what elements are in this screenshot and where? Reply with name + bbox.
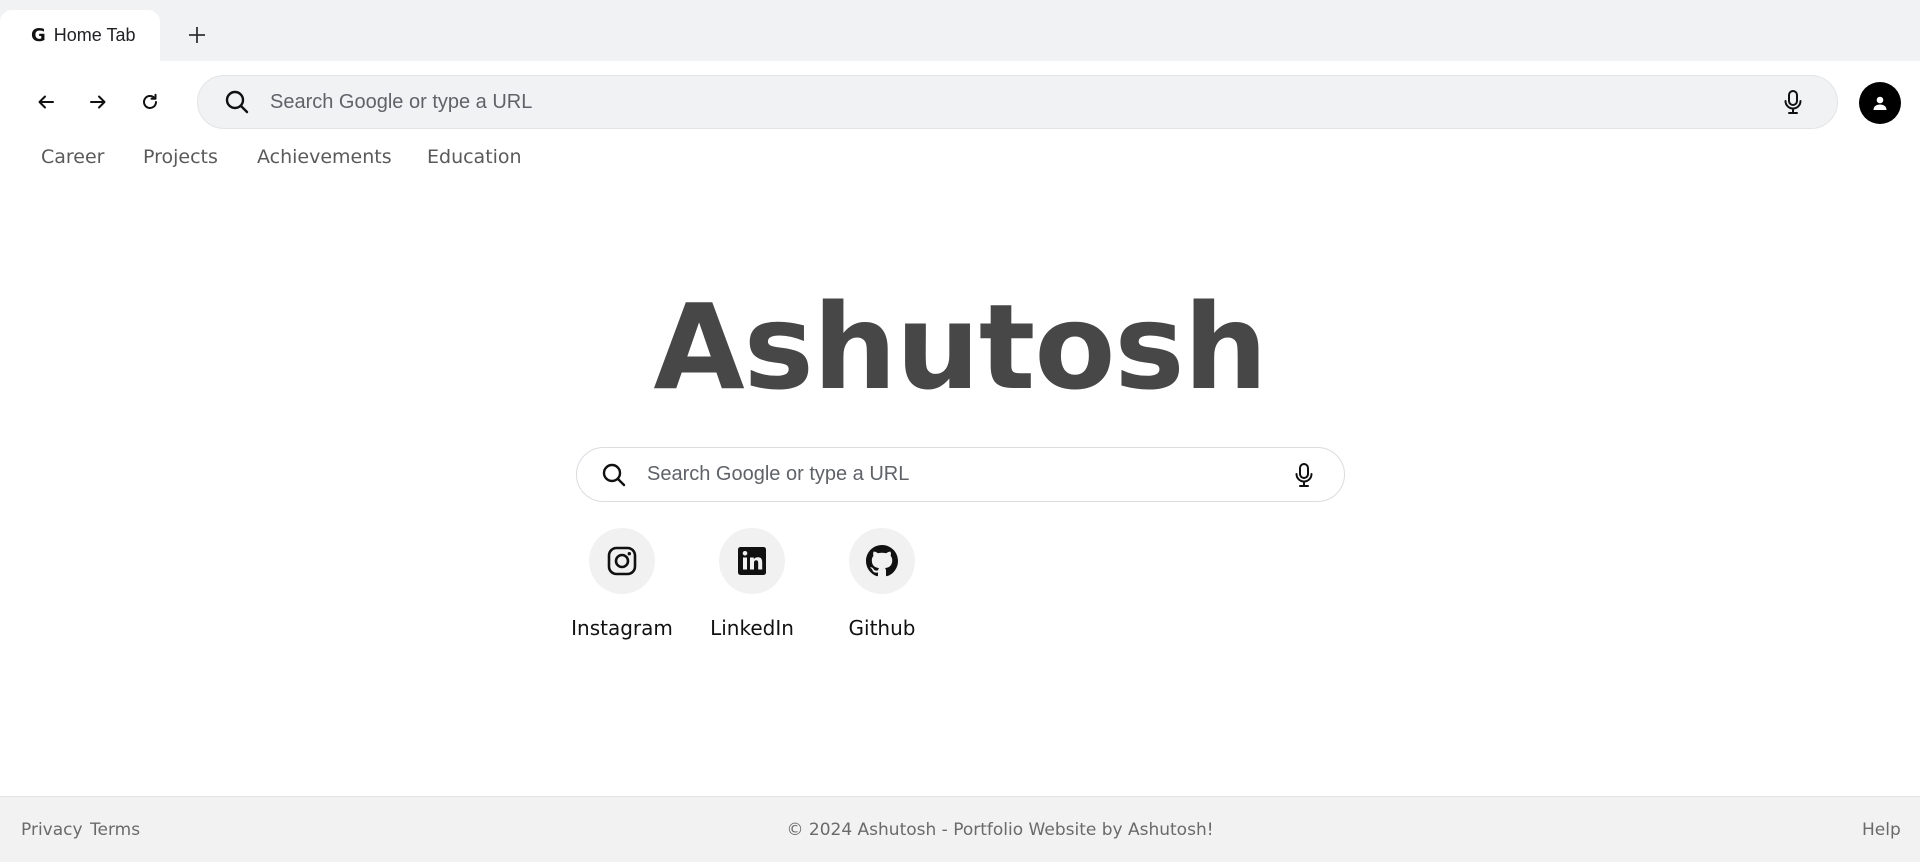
shortcut-github[interactable]: Github (827, 528, 937, 640)
footer: © 2024 Ashutosh - Portfolio Website by A… (0, 796, 1920, 862)
microphone-icon[interactable] (1779, 88, 1807, 116)
forward-button[interactable] (81, 85, 115, 119)
footer-privacy-link[interactable]: Privacy (21, 820, 83, 840)
main-search-box[interactable] (576, 447, 1345, 502)
nav-link-achievements[interactable]: Achievements (257, 146, 392, 168)
user-avatar-icon (1873, 96, 1887, 110)
microphone-icon[interactable] (1290, 461, 1318, 489)
github-icon (866, 545, 898, 577)
shortcut-linkedin[interactable]: LinkedIn (697, 528, 807, 640)
shortcut-instagram[interactable]: Instagram (567, 528, 677, 640)
new-tab-button[interactable] (182, 20, 212, 50)
google-g-icon: G (31, 25, 46, 46)
footer-help-link[interactable]: Help (1862, 820, 1901, 840)
arrow-right-icon (90, 95, 106, 109)
footer-terms-link[interactable]: Terms (90, 820, 140, 840)
search-icon (225, 90, 249, 114)
back-button[interactable] (29, 85, 63, 119)
tab-label: Home Tab (53, 25, 136, 45)
instagram-icon (607, 546, 637, 576)
main-search-input[interactable] (647, 448, 1290, 501)
plus-icon (189, 27, 205, 43)
search-icon (602, 463, 626, 486)
tab-strip: G Home Tab (0, 0, 1920, 61)
hero-title: Ashutosh (653, 278, 1267, 416)
shortcut-icon-circle[interactable] (849, 528, 915, 594)
tab-home[interactable]: G Home Tab (0, 10, 160, 61)
omnibox-input[interactable] (270, 76, 1779, 128)
footer-copyright: © 2024 Ashutosh - Portfolio Website by A… (786, 820, 1214, 840)
nav-link-projects[interactable]: Projects (143, 146, 218, 168)
profile-avatar-button[interactable] (1859, 82, 1901, 124)
shortcut-label: Github (848, 616, 916, 640)
toolbar (0, 61, 1920, 143)
linkedin-icon (738, 547, 766, 575)
reload-button[interactable] (133, 85, 167, 119)
shortcut-label: Instagram (571, 616, 673, 640)
shortcut-icon-circle[interactable] (719, 528, 785, 594)
omnibox[interactable] (197, 75, 1838, 129)
reload-icon (143, 93, 157, 109)
nav-link-education[interactable]: Education (427, 146, 522, 168)
nav-link-career[interactable]: Career (41, 146, 105, 168)
arrow-left-icon (38, 95, 54, 109)
shortcut-icon-circle[interactable] (589, 528, 655, 594)
shortcut-label: LinkedIn (710, 616, 794, 640)
